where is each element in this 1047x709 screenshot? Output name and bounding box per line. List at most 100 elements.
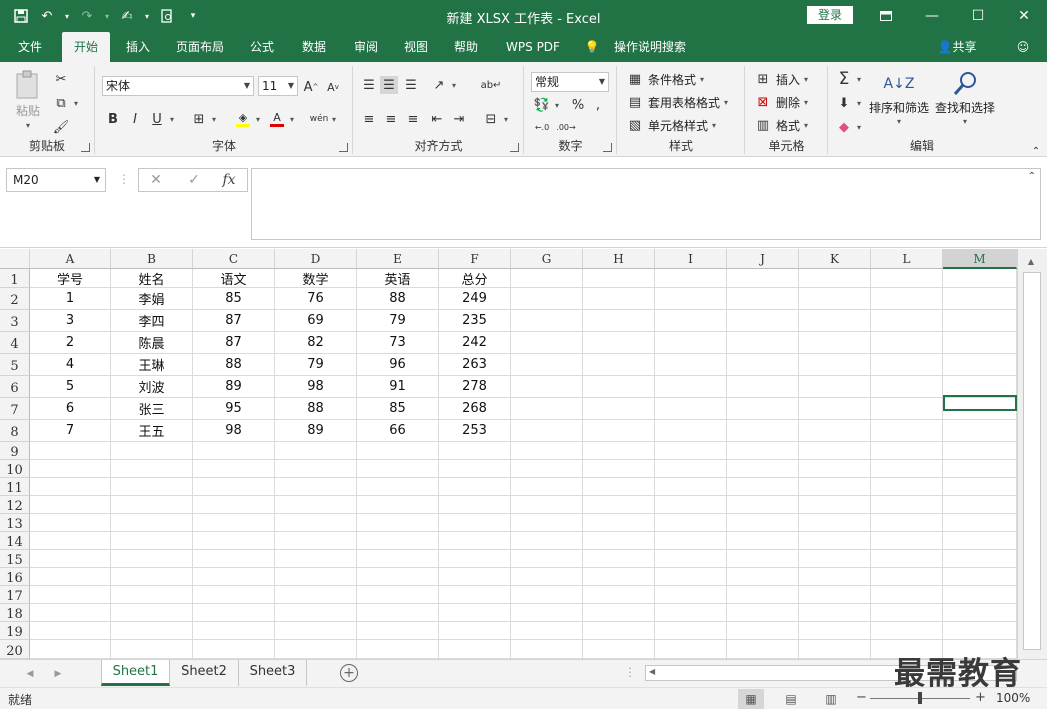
cell-b11[interactable] [111,478,193,496]
tab-file[interactable]: 文件 [8,32,52,62]
cell-d14[interactable] [275,532,357,550]
name-box[interactable]: M20 ▼ [6,168,106,192]
cell-h16[interactable] [583,568,655,586]
align-left-button[interactable]: ≡ [360,110,378,128]
cell-e5[interactable]: 96 [357,354,439,376]
font-launcher-icon[interactable] [339,143,348,152]
cell-f15[interactable] [439,550,511,568]
cell-i2[interactable] [655,288,727,310]
align-bottom-button[interactable]: ☰ [402,76,420,94]
cell-k5[interactable] [799,354,871,376]
column-header-m[interactable]: M [943,249,1017,269]
cell-f9[interactable] [439,442,511,460]
cell-c4[interactable]: 87 [193,332,275,354]
increase-indent-button[interactable]: ⇥ [450,110,468,128]
column-header-d[interactable]: D [275,249,357,269]
cell-i20[interactable] [655,640,727,659]
share-button[interactable]: 👤共享 [930,32,984,62]
orientation-button[interactable]: ↗ ▾ [430,76,456,94]
row-header-14[interactable]: 14 [0,532,30,550]
tab-help[interactable]: 帮助 [444,32,488,62]
cell-e3[interactable]: 79 [357,310,439,332]
fill-button[interactable]: ⬇ ▾ [835,94,861,112]
cell-c2[interactable]: 85 [193,288,275,310]
cell-g15[interactable] [511,550,583,568]
cell-a14[interactable] [30,532,111,550]
sheet-tab-1[interactable]: Sheet1 [101,660,170,686]
cell-m11[interactable] [943,478,1017,496]
cell-g5[interactable] [511,354,583,376]
cell-e14[interactable] [357,532,439,550]
column-header-k[interactable]: K [799,249,871,269]
cell-m10[interactable] [943,460,1017,478]
cell-l5[interactable] [871,354,943,376]
cell-g16[interactable] [511,568,583,586]
cell-g14[interactable] [511,532,583,550]
cell-h14[interactable] [583,532,655,550]
next-sheet-icon[interactable]: ▶ [50,666,66,682]
row-header-5[interactable]: 5 [0,354,30,376]
row-header-18[interactable]: 18 [0,604,30,622]
cell-d11[interactable] [275,478,357,496]
cell-k16[interactable] [799,568,871,586]
cell-k9[interactable] [799,442,871,460]
cell-c13[interactable] [193,514,275,532]
cell-a17[interactable] [30,586,111,604]
row-header-4[interactable]: 4 [0,332,30,354]
cell-f13[interactable] [439,514,511,532]
cell-c8[interactable]: 98 [193,420,275,442]
cell-h20[interactable] [583,640,655,659]
cell-l13[interactable] [871,514,943,532]
cell-m13[interactable] [943,514,1017,532]
cell-g19[interactable] [511,622,583,640]
cell-h12[interactable] [583,496,655,514]
cell-f18[interactable] [439,604,511,622]
cell-d19[interactable] [275,622,357,640]
cell-l19[interactable] [871,622,943,640]
cell-f8[interactable]: 253 [439,420,511,442]
cell-j20[interactable] [727,640,799,659]
row-header-11[interactable]: 11 [0,478,30,496]
cell-e11[interactable] [357,478,439,496]
touch-dropdown-icon[interactable]: ▾ [142,6,152,26]
cell-g8[interactable] [511,420,583,442]
tab-page-layout[interactable]: 页面布局 [168,32,232,62]
cell-e4[interactable]: 73 [357,332,439,354]
merge-center-button[interactable]: ⊟ ▾ [482,110,508,128]
increase-decimal-button[interactable]: ←.0 [533,118,551,136]
zoom-thumb[interactable] [918,692,922,704]
cell-h8[interactable] [583,420,655,442]
cell-f4[interactable]: 242 [439,332,511,354]
conditional-format-button[interactable]: ▦ 条件格式 ▾ [626,70,704,88]
row-header-13[interactable]: 13 [0,514,30,532]
paste-button[interactable]: 粘贴 ▾ [14,70,42,130]
cell-h15[interactable] [583,550,655,568]
column-header-a[interactable]: A [30,249,111,269]
cell-m9[interactable] [943,442,1017,460]
cell-j7[interactable] [727,398,799,420]
cell-b16[interactable] [111,568,193,586]
cell-i16[interactable] [655,568,727,586]
cell-styles-button[interactable]: ▧ 单元格样式 ▾ [626,116,716,134]
cell-e8[interactable]: 66 [357,420,439,442]
tab-data[interactable]: 数据 [292,32,336,62]
column-header-j[interactable]: J [727,249,799,269]
cell-d16[interactable] [275,568,357,586]
cancel-icon[interactable]: ✕ [141,168,171,192]
cell-l11[interactable] [871,478,943,496]
decrease-font-button[interactable]: Av [324,78,342,96]
cell-c11[interactable] [193,478,275,496]
cell-j12[interactable] [727,496,799,514]
cell-e12[interactable] [357,496,439,514]
underline-button[interactable]: U ▾ [148,110,174,128]
ribbon-display-options-icon[interactable] [863,0,909,32]
font-name-combo[interactable]: 宋体 ▼ [102,76,254,96]
tab-home[interactable]: 开始 [62,32,110,62]
cell-m5[interactable] [943,354,1017,376]
cell-c15[interactable] [193,550,275,568]
find-select-button[interactable]: 查找和选择 ▾ [935,70,995,126]
cell-a8[interactable]: 7 [30,420,111,442]
cell-k19[interactable] [799,622,871,640]
cell-f6[interactable]: 278 [439,376,511,398]
redo-dropdown-icon[interactable]: ▾ [102,6,112,26]
